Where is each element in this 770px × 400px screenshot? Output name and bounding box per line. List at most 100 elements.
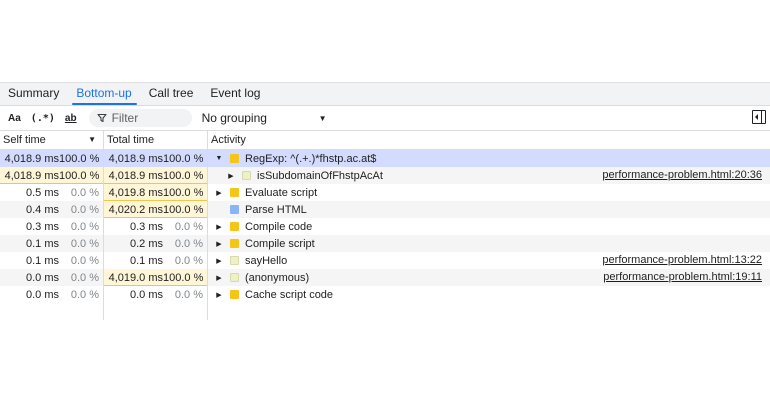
grouping-select[interactable]: No grouping ▼ [202,111,327,125]
table-row[interactable]: 0.0 ms 0.0 % 0.0 ms 0.0 % ▶ Cache script code [0,286,770,303]
total-time-ms: 4,018.9 ms [108,169,163,182]
activity-name: Evaluate script [245,186,318,199]
activity-name: isSubdomainOfFhstpAcAt [257,169,383,182]
total-time-percent: 100.0 % [163,186,204,199]
activity-name: Compile code [245,220,313,233]
total-time-percent: 100.0 % [163,203,204,216]
self-time-label: Self time [3,134,46,146]
table-row[interactable]: 0.4 ms 0.0 % 4,020.2 ms 100.0 % Parse HTML [0,201,770,218]
table-row[interactable]: 0.1 ms 0.0 % 0.1 ms 0.0 % ▶ sayHello performan… [0,252,770,269]
filter-input[interactable]: Filter [88,109,192,127]
table-row[interactable]: 0.5 ms 0.0 % 4,019.8 ms 100.0 % ▶ Evaluate sc… [0,184,770,201]
total-time-percent: 0.0 % [174,220,203,233]
total-time-cell: 0.0 ms 0.0 % [104,286,208,303]
category-color-swatch [230,290,239,299]
activity-cell: ▶ Cache script code [208,286,770,303]
category-color-swatch [242,171,251,180]
collapsed-triangle-icon[interactable]: ▶ [214,257,224,265]
self-time-ms: 0.1 ms [25,237,59,250]
column-header-total-time[interactable]: Total time [104,131,208,149]
total-time-ms: 0.0 ms [129,288,163,301]
tab-call-tree[interactable]: Call tree [141,83,203,105]
total-time-cell: 0.2 ms 0.0 % [104,235,208,252]
table-row[interactable]: 0.1 ms 0.0 % 0.2 ms 0.0 % ▶ Compile script [0,235,770,252]
activity-cell: ▼ RegExp: ^(.+.)*fhstp.ac.at$ [208,150,770,167]
self-time-percent: 0.0 % [70,186,99,199]
self-time-ms: 0.0 ms [25,271,59,284]
activity-name: Cache script code [245,288,334,301]
total-time-label: Total time [107,134,155,146]
activity-name: sayHello [245,254,288,267]
self-time-percent: 0.0 % [70,288,99,301]
collapsed-triangle-icon[interactable]: ▶ [214,189,224,197]
activity-name: Compile script [245,237,315,250]
source-location-link[interactable]: performance-problem.html:13:22 [602,254,762,266]
total-time-ms: 4,020.2 ms [108,203,163,216]
tab-summary[interactable]: Summary [0,83,68,105]
category-color-swatch [230,239,239,248]
category-color-swatch [230,222,239,231]
empty-cell [0,303,104,320]
activity-name: RegExp: ^(.+.)*fhstp.ac.at$ [245,152,377,165]
self-time-cell: 4,018.9 ms 100.0 % [0,150,104,167]
expanded-triangle-icon[interactable]: ▼ [214,155,224,162]
self-time-percent: 100.0 % [59,152,100,165]
bottom-up-table: Self time ▼ Total time Activity 4,018.9 … [0,131,770,320]
table-row[interactable]: 4,018.9 ms 100.0 % 4,018.9 ms 100.0 % ▼ RegEx… [0,150,770,167]
category-color-swatch [230,256,239,265]
self-time-ms: 0.4 ms [25,203,59,216]
self-time-percent: 0.0 % [70,271,99,284]
table-body: 4,018.9 ms 100.0 % 4,018.9 ms 100.0 % ▼ RegEx… [0,150,770,320]
self-time-percent: 0.0 % [70,203,99,216]
category-color-swatch [230,188,239,197]
activity-label: Activity [211,134,246,146]
collapsed-triangle-icon[interactable]: ▶ [214,274,224,282]
table-row[interactable]: 0.3 ms 0.0 % 0.3 ms 0.0 % ▶ Compile code [0,218,770,235]
source-location-link[interactable]: performance-problem.html:20:36 [602,169,762,181]
self-time-percent: 0.0 % [70,237,99,250]
self-time-percent: 100.0 % [59,169,100,182]
total-time-ms: 4,018.9 ms [108,152,163,165]
self-time-cell: 0.1 ms 0.0 % [0,252,104,269]
column-header-self-time[interactable]: Self time ▼ [0,131,104,149]
total-time-ms: 4,019.0 ms [108,271,163,284]
activity-cell: ▶ Evaluate script [208,184,770,201]
self-time-percent: 0.0 % [70,220,99,233]
category-color-swatch [230,154,239,163]
collapsed-triangle-icon[interactable]: ▶ [214,240,224,248]
total-time-cell: 4,018.9 ms 100.0 % [104,150,208,167]
total-time-cell: 4,018.9 ms 100.0 % [104,167,208,184]
sort-descending-icon: ▼ [88,135,96,144]
total-time-cell: 0.1 ms 0.0 % [104,252,208,269]
grouping-value: No grouping [201,111,267,125]
match-case-button[interactable]: Aa [6,113,23,124]
table-row[interactable]: 4,018.9 ms 100.0 % 4,018.9 ms 100.0 % ▶ isSub… [0,167,770,184]
sidebar-toggle-icon[interactable] [752,110,766,124]
table-row[interactable]: 0.0 ms 0.0 % 4,019.0 ms 100.0 % ▶ (anonymous)… [0,269,770,286]
activity-name: Parse HTML [245,203,307,216]
category-color-swatch [230,273,239,282]
whole-word-button[interactable]: ab [63,113,79,124]
self-time-cell: 0.0 ms 0.0 % [0,286,104,303]
self-time-ms: 4,018.9 ms [4,152,59,165]
category-color-swatch [230,205,239,214]
collapsed-triangle-icon[interactable]: ▶ [214,291,224,299]
collapsed-triangle-icon[interactable]: ▶ [214,223,224,231]
source-location-link[interactable]: performance-problem.html:19:11 [603,271,762,283]
tab-bottom-up[interactable]: Bottom-up [68,83,140,105]
regex-button[interactable]: (.*) [29,113,57,124]
total-time-cell: 4,019.8 ms 100.0 % [104,184,208,201]
total-time-percent: 100.0 % [163,169,204,182]
collapsed-triangle-icon[interactable]: ▶ [226,172,236,180]
filter-icon [97,113,107,123]
column-header-activity[interactable]: Activity [208,131,770,149]
filter-toolbar: Aa (.*) ab Filter No grouping ▼ [0,105,770,131]
self-time-cell: 0.0 ms 0.0 % [0,269,104,286]
self-time-cell: 0.1 ms 0.0 % [0,235,104,252]
self-time-ms: 4,018.9 ms [4,169,59,182]
table-header: Self time ▼ Total time Activity [0,131,770,150]
total-time-cell: 0.3 ms 0.0 % [104,218,208,235]
tab-event-log[interactable]: Event log [202,83,269,105]
activity-cell: ▶ isSubdomainOfFhstpAcAt performance-probl… [208,167,770,184]
total-time-percent: 100.0 % [163,152,204,165]
